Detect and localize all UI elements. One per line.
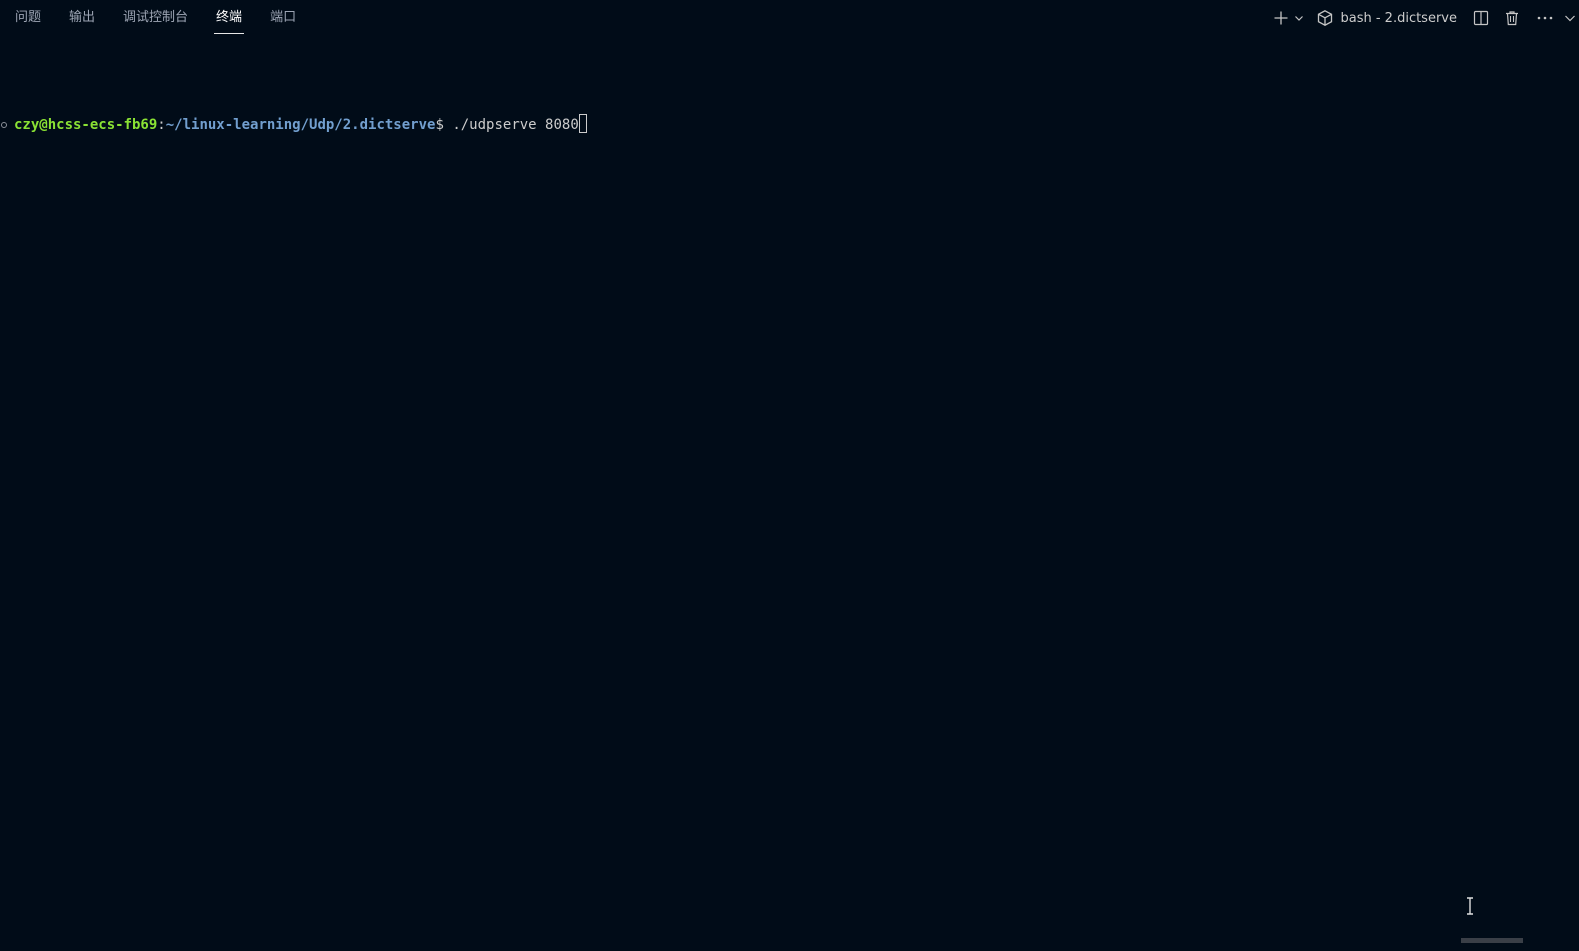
ellipsis-icon	[1537, 16, 1553, 20]
collapse-panel-button[interactable]	[1561, 6, 1579, 30]
kill-terminal-button[interactable]	[1500, 6, 1524, 30]
panel-header: 问题 输出 调试控制台 终端 端口 bash - 2.dictserve	[0, 0, 1579, 36]
new-terminal-button[interactable]	[1270, 7, 1292, 29]
tab-ports[interactable]: 端口	[270, 0, 296, 36]
plus-icon	[1274, 11, 1288, 25]
text-cursor-icon	[1467, 897, 1473, 915]
trash-icon	[1506, 11, 1518, 26]
prompt-separator: :	[157, 117, 166, 133]
command-text: ./udpserve 8080	[452, 117, 579, 133]
terminal-actions: bash - 2.dictserve	[1270, 0, 1579, 36]
horizontal-scrollbar[interactable]	[1461, 938, 1523, 943]
prompt-symbol: $	[435, 117, 453, 133]
chevron-down-icon	[1295, 16, 1304, 21]
terminal-cursor	[578, 114, 587, 133]
prompt-user-host: czy@hcss-ecs-fb69	[14, 117, 158, 133]
more-actions-button[interactable]	[1533, 6, 1557, 30]
cube-icon	[1318, 10, 1333, 26]
launch-profile-dropdown[interactable]	[1292, 7, 1306, 29]
chevron-down-icon	[1565, 15, 1575, 22]
tab-debug-console[interactable]: 调试控制台	[123, 0, 188, 36]
tab-problems[interactable]: 问题	[15, 0, 41, 36]
terminal-instance[interactable]: bash - 2.dictserve	[1316, 9, 1457, 27]
split-panel-icon	[1473, 10, 1489, 26]
terminal-line: czy@hcss-ecs-fb69:~/linux-learning/Udp/2…	[0, 112, 1579, 138]
command-decoration-icon[interactable]	[1, 122, 7, 128]
prompt-path: ~/linux-learning/Udp/2.dictserve	[165, 117, 436, 133]
terminal-output[interactable]: czy@hcss-ecs-fb69:~/linux-learning/Udp/2…	[0, 60, 1579, 190]
tab-output[interactable]: 输出	[69, 0, 95, 36]
terminal-name: bash - 2.dictserve	[1340, 10, 1457, 26]
panel-tabs: 问题 输出 调试控制台 终端 端口	[0, 0, 324, 36]
terminal-panel: 问题 输出 调试控制台 终端 端口 bash - 2.dictserve czy…	[0, 0, 1579, 951]
tab-terminal[interactable]: 终端	[214, 0, 245, 36]
split-terminal-button[interactable]	[1469, 6, 1493, 30]
